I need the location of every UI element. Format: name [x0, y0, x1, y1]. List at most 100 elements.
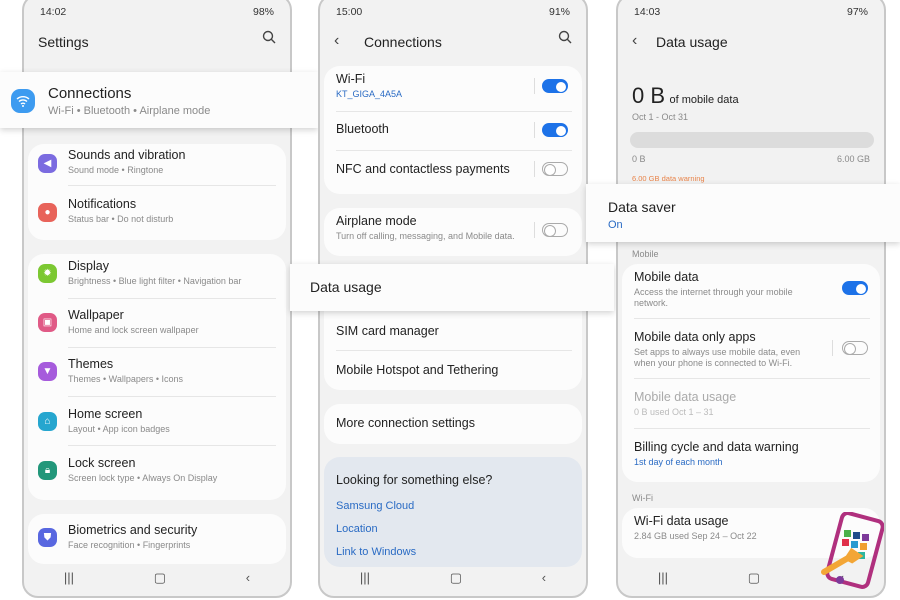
item-display[interactable]: Display — [68, 259, 109, 273]
bar-min-label: 0 B — [632, 154, 646, 164]
data-saver-title: Data saver — [608, 199, 676, 215]
battery-level: 91% — [548, 6, 570, 18]
airplane-toggle[interactable] — [542, 223, 568, 237]
item-subtitle: Brightness • Blue light filter • Navigat… — [68, 276, 242, 286]
status-time: 15:00 — [336, 6, 363, 18]
amount-value: 0 B — [632, 83, 666, 108]
section-wifi: Wi-Fi — [632, 493, 653, 503]
page-title: Connections — [364, 34, 442, 50]
more-card: More connection settings — [324, 404, 582, 444]
wifi-title[interactable]: Wi-Fi — [336, 72, 365, 86]
page-title: Settings — [38, 34, 89, 50]
brand-logo — [821, 512, 884, 589]
back-button[interactable]: ‹ — [542, 570, 546, 586]
connections-subtitle: Wi-Fi • Bluetooth • Airplane mode — [48, 105, 211, 117]
item-biometrics[interactable]: Biometrics and security — [68, 523, 197, 537]
only-apps-toggle[interactable] — [842, 341, 868, 355]
looking-title: Looking for something else? — [336, 473, 493, 487]
mobile-hotspot[interactable]: Mobile Hotspot and Tethering — [336, 363, 498, 377]
nfc-title[interactable]: NFC and contactless payments — [336, 162, 510, 176]
sim-card-manager[interactable]: SIM card manager — [336, 324, 439, 338]
phone-data-usage: 14:03 97% ‹ Data usage 0 B of mobile data… — [616, 0, 886, 598]
item-lock-screen[interactable]: Lock screen — [68, 456, 135, 470]
status-bar: 14:02 98% — [40, 6, 274, 18]
wifi-usage-title[interactable]: Wi-Fi data usage — [634, 514, 728, 528]
speaker-icon: ◀ — [38, 154, 57, 173]
bar-max-label: 6.00 GB — [836, 154, 870, 164]
status-time: 14:02 — [40, 6, 67, 18]
mobile-data-usage-subtitle: 0 B used Oct 1 – 31 — [634, 407, 714, 417]
section-mobile: Mobile — [632, 249, 659, 259]
settings-group-3: ⛊ Biometrics and security Face recogniti… — [28, 514, 286, 564]
recents-button[interactable]: ||| — [360, 570, 370, 586]
wifi-toggle[interactable] — [542, 79, 568, 93]
wifi-network: KT_GIGA_4A5A — [336, 89, 403, 99]
item-sounds[interactable]: Sounds and vibration — [68, 148, 185, 162]
back-icon[interactable]: ‹ — [632, 32, 637, 50]
settings-group-1: ◀ Sounds and vibration Sound mode • Ring… — [28, 144, 286, 240]
link-location[interactable]: Location — [336, 523, 378, 535]
only-apps-subtitle: Set apps to always use mobile data, even… — [634, 347, 801, 368]
home-icon: ⌂ — [38, 412, 57, 431]
billing-subtitle: 1st day of each month — [634, 457, 723, 467]
data-usage-title: Data usage — [310, 279, 382, 295]
home-button[interactable]: ▢ — [154, 570, 166, 586]
bluetooth-toggle[interactable] — [542, 123, 568, 137]
lock-icon: 🔒︎ — [38, 461, 57, 480]
item-subtitle: Sound mode • Ringtone — [68, 165, 164, 175]
back-button[interactable]: ‹ — [246, 570, 250, 586]
data-saver-status: On — [608, 219, 623, 231]
back-icon[interactable]: ‹ — [334, 32, 339, 50]
link-to-windows[interactable]: Link to Windows — [336, 546, 416, 558]
airplane-subtitle: Turn off calling, messaging, and Mobile … — [336, 231, 515, 241]
more-connection-settings[interactable]: More connection settings — [336, 416, 475, 430]
airplane-title[interactable]: Airplane mode — [336, 214, 417, 228]
item-subtitle: Themes • Wallpapers • Icons — [68, 374, 184, 384]
airplane-card: Airplane mode Turn off calling, messagin… — [324, 208, 582, 256]
billing-title[interactable]: Billing cycle and data warning — [634, 440, 799, 454]
connections-group-1: Wi-Fi KT_GIGA_4A5A Bluetooth NFC and con… — [324, 66, 582, 194]
item-notifications[interactable]: Notifications — [68, 197, 136, 211]
link-samsung-cloud[interactable]: Samsung Cloud — [336, 500, 414, 512]
item-subtitle: Home and lock screen wallpaper — [68, 325, 199, 335]
battery-level: 98% — [252, 6, 274, 18]
mobile-data-title[interactable]: Mobile data — [634, 270, 699, 284]
nav-bar: ||| ▢ ‹ — [24, 570, 290, 586]
shield-icon: ⛊ — [38, 528, 57, 547]
mobile-data-subtitle: Access the internet through your mobile … — [634, 287, 793, 308]
wallpaper-icon: ▣ — [38, 313, 57, 332]
search-icon[interactable] — [262, 30, 276, 44]
usage-bar — [630, 132, 874, 148]
item-wallpaper[interactable]: Wallpaper — [68, 308, 124, 322]
bluetooth-title[interactable]: Bluetooth — [336, 122, 389, 136]
search-icon[interactable] — [558, 30, 572, 44]
battery-level: 97% — [846, 6, 868, 18]
sun-icon: ✹ — [38, 264, 57, 283]
brush-icon: ▼ — [38, 362, 57, 381]
recents-button[interactable]: ||| — [64, 570, 74, 586]
only-apps-title[interactable]: Mobile data only apps — [634, 330, 756, 344]
item-subtitle: Layout • App icon badges — [68, 424, 170, 434]
mobile-data-toggle[interactable] — [842, 281, 868, 295]
recents-button[interactable]: ||| — [658, 570, 668, 586]
data-saver-highlight[interactable]: Data saver On — [586, 184, 900, 242]
connections-highlight[interactable]: Connections Wi-Fi • Bluetooth • Airplane… — [0, 72, 318, 128]
wifi-usage-subtitle: 2.84 GB used Sep 24 – Oct 22 — [634, 531, 757, 541]
page-title: Data usage — [656, 34, 728, 50]
wifi-icon — [11, 89, 35, 113]
home-button[interactable]: ▢ — [748, 570, 760, 586]
item-themes[interactable]: Themes — [68, 357, 113, 371]
item-subtitle: Screen lock type • Always On Display — [68, 473, 218, 483]
home-button[interactable]: ▢ — [450, 570, 462, 586]
item-subtitle: Status bar • Do not disturb — [68, 214, 174, 224]
amount-suffix: of mobile data — [669, 94, 739, 106]
usage-period: Oct 1 - Oct 31 — [632, 112, 689, 122]
data-usage-highlight[interactable]: Data usage — [290, 264, 614, 311]
usage-amount: 0 B of mobile data — [632, 83, 739, 109]
nfc-toggle[interactable] — [542, 162, 568, 176]
settings-group-2: ✹ Display Brightness • Blue light filter… — [28, 254, 286, 500]
mobile-data-usage-title: Mobile data usage — [634, 390, 737, 404]
notification-icon: ● — [38, 203, 57, 222]
looking-card: Looking for something else? Samsung Clou… — [324, 457, 582, 567]
item-home-screen[interactable]: Home screen — [68, 407, 142, 421]
